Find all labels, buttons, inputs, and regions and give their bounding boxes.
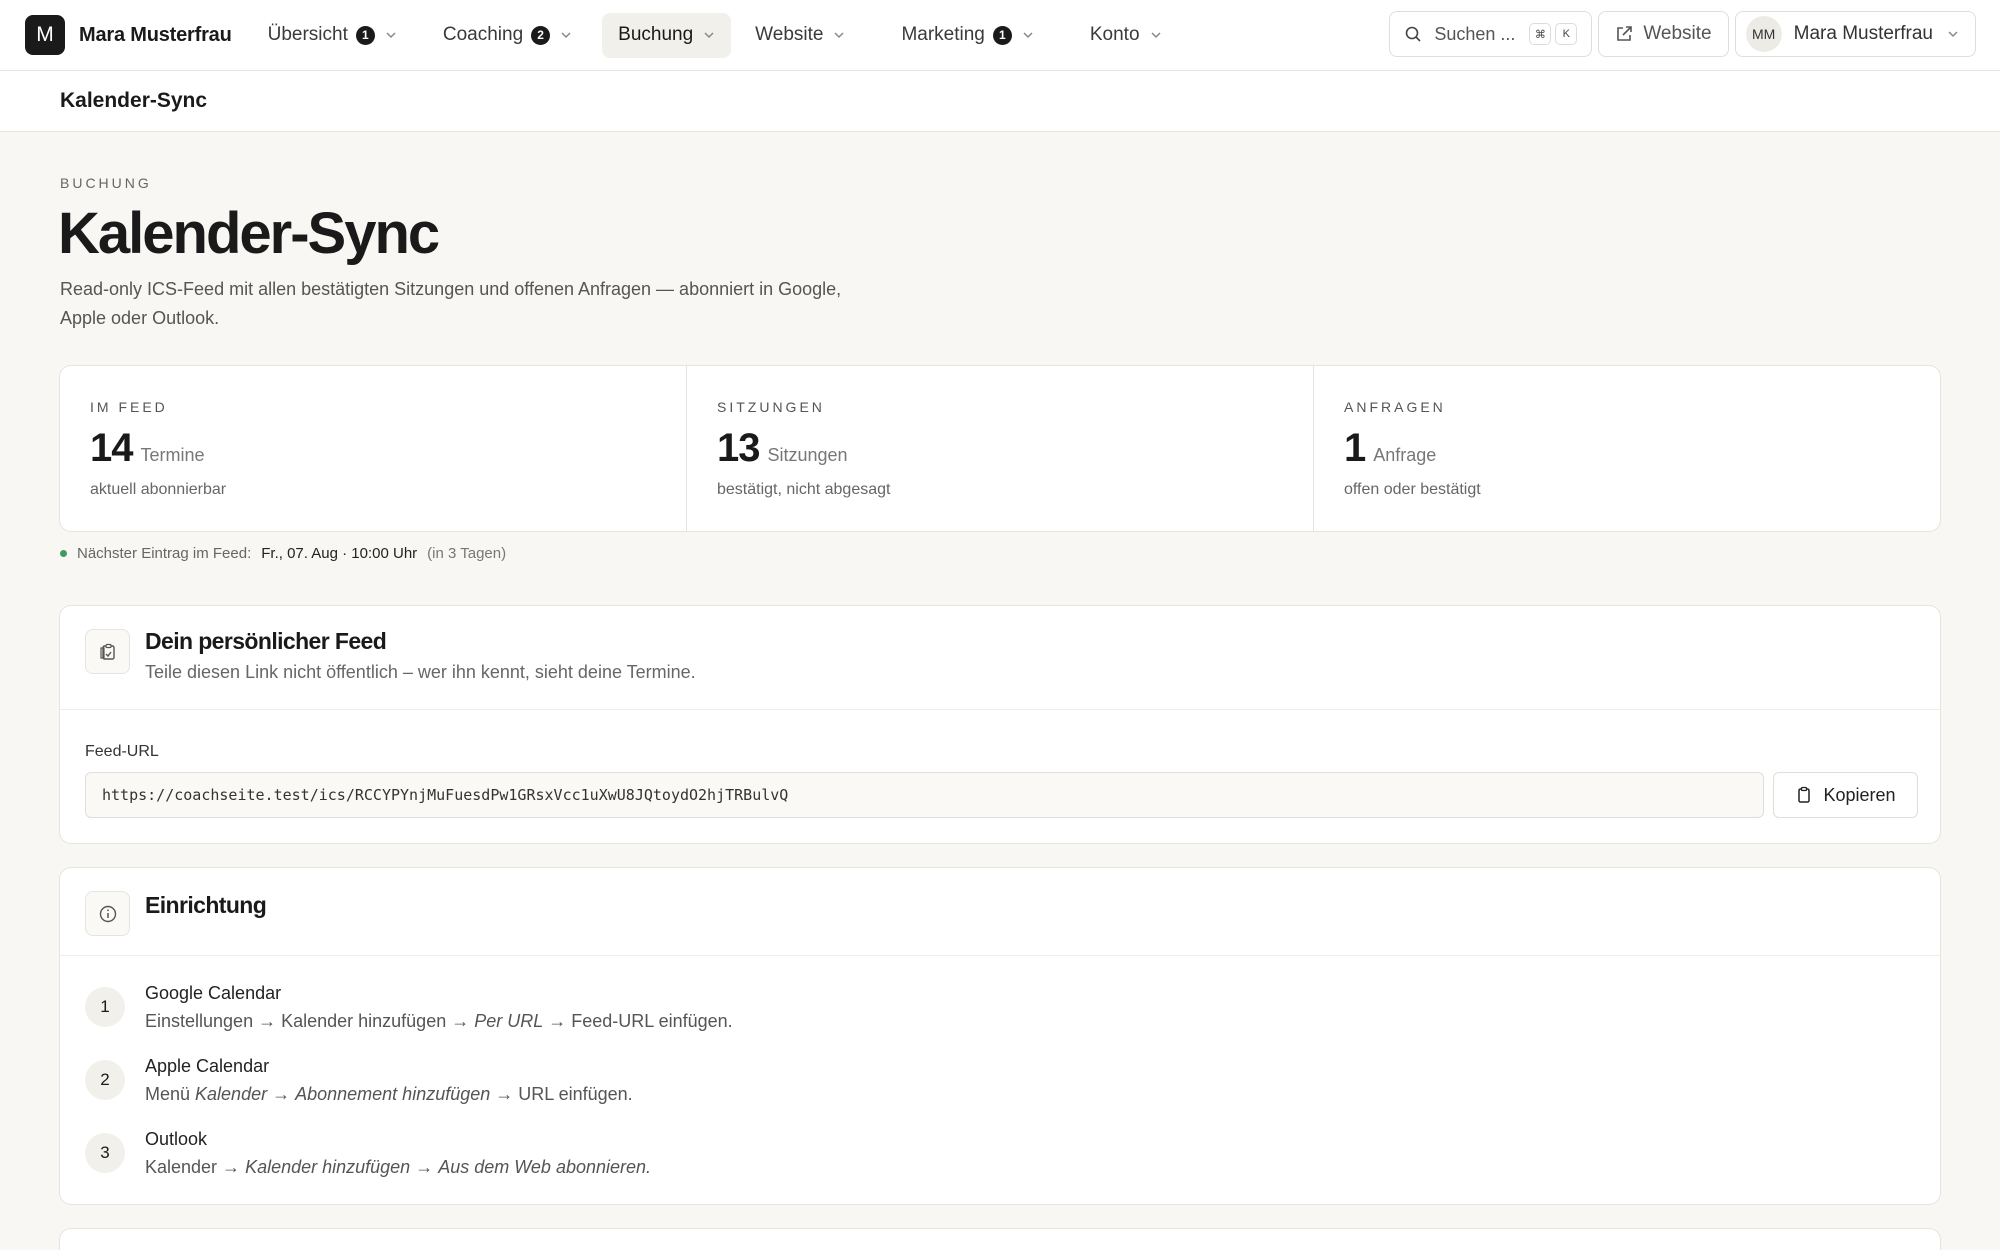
copy-button[interactable]: Kopieren: [1773, 772, 1918, 818]
stat-label: SITZUNGEN: [717, 399, 825, 415]
top-navigation: M Mara Musterfrau Übersicht 1 Coaching 2…: [0, 0, 2000, 71]
nav-item-konto[interactable]: Konto: [1074, 13, 1178, 58]
chevron-down-icon: [1022, 29, 1034, 41]
nav-actions: Suchen ... ⌘ K Website MM Mara Musterfra…: [1389, 11, 1976, 57]
brand-logo: M: [25, 15, 65, 55]
search-icon: [1406, 26, 1421, 42]
next-entry-relative: (in 3 Tagen): [427, 545, 507, 562]
brand[interactable]: M Mara Musterfrau: [25, 15, 232, 55]
stat-number: 14: [90, 426, 133, 470]
page-title: Kalender-Sync: [58, 201, 440, 266]
card-header: Einrichtung: [60, 868, 1940, 956]
user-menu[interactable]: MM Mara Musterfrau: [1734, 11, 1976, 57]
stat-label: ANFRAGEN: [1344, 399, 1446, 415]
step-title: Google Calendar: [145, 983, 282, 1003]
nav-badge: 1: [992, 25, 1012, 45]
nav-item-uebersicht[interactable]: Übersicht 1: [252, 13, 413, 58]
search-label: Suchen ...: [1434, 23, 1516, 44]
breadcrumb: Kalender-Sync: [60, 89, 208, 112]
feed-card: Dein persönlicher Feed Teile diesen Link…: [59, 605, 1941, 844]
nav-item-label: Übersicht: [267, 24, 348, 45]
chevron-down-icon: [703, 29, 715, 41]
website-button[interactable]: Website: [1598, 11, 1729, 57]
chevron-down-icon: [385, 29, 397, 41]
subheader: Kalender-Sync: [0, 71, 2000, 132]
step-number: 3: [85, 1133, 125, 1173]
stat-subtext: bestätigt, nicht abgesagt: [717, 481, 891, 498]
setup-card: Einrichtung 1 Google Calendar Einstellun…: [59, 867, 1941, 1205]
card-header: Dein persönlicher Feed Teile diesen Link…: [60, 606, 1940, 710]
section-eyebrow: BUCHUNG: [60, 175, 152, 191]
stat-label: IM FEED: [90, 399, 168, 415]
step-title: Apple Calendar: [145, 1056, 270, 1076]
stat-subtext: offen oder bestätigt: [1344, 481, 1481, 498]
stat-anfragen: ANFRAGEN 1 Anfrage offen oder bestätigt: [1314, 366, 1940, 531]
brand-name: Mara Musterfrau: [79, 23, 232, 46]
stat-value: 14 Termine: [90, 426, 205, 471]
step-number: 2: [85, 1060, 125, 1100]
nav-item-label: Buchung: [618, 24, 694, 45]
kbd-command: ⌘: [1529, 23, 1552, 45]
nav-badge: 2: [531, 25, 551, 45]
nav-item-coaching[interactable]: Coaching 2: [427, 13, 588, 58]
stat-unit: Anfrage: [1373, 445, 1437, 465]
chevron-down-icon: [833, 29, 845, 41]
nav-item-marketing[interactable]: Marketing 1: [885, 13, 1049, 58]
avatar: MM: [1745, 16, 1782, 52]
info-icon: [85, 891, 130, 936]
chevron-down-icon: [1150, 29, 1162, 41]
nav-item-website[interactable]: Website: [739, 13, 861, 58]
stat-unit: Termine: [140, 445, 205, 465]
feed-url-label: Feed-URL: [85, 743, 159, 760]
step-number: 1: [85, 987, 125, 1027]
clipboard-check-icon: [85, 629, 130, 674]
card-title: Dein persönlicher Feed: [145, 628, 387, 654]
status-dot-icon: [60, 550, 67, 557]
chevron-down-icon: [1947, 28, 1959, 40]
step-description: Menü Kalender → Abonnement hinzufügen → …: [145, 1084, 633, 1104]
step-title: Outlook: [145, 1129, 208, 1149]
next-card: [59, 1228, 1941, 1250]
next-entry: Nächster Eintrag im Feed: Fr., 07. Aug ·…: [60, 545, 506, 562]
card-subtitle: Teile diesen Link nicht öffentlich – wer…: [145, 662, 696, 682]
nav-item-label: Marketing: [901, 24, 985, 45]
stat-number: 13: [717, 426, 760, 470]
next-entry-date: Fr., 07. Aug · 10:00 Uhr: [261, 545, 418, 562]
stat-subtext: aktuell abonnierbar: [90, 481, 227, 498]
next-entry-label: Nächster Eintrag im Feed:: [77, 545, 252, 562]
feed-url-field[interactable]: https://coachseite.test/ics/RCCYPYnjMuFu…: [85, 772, 1764, 818]
nav-item-label: Coaching: [442, 24, 524, 45]
stat-im-feed: IM FEED 14 Termine aktuell abonnierbar: [60, 366, 687, 531]
kbd-k: K: [1555, 23, 1578, 45]
stats-panel: IM FEED 14 Termine aktuell abonnierbar S…: [59, 365, 1941, 532]
stat-value: 1 Anfrage: [1344, 426, 1436, 471]
user-name: Mara Musterfrau: [1793, 23, 1933, 44]
external-link-icon: [1617, 26, 1633, 41]
nav-badge: 1: [355, 25, 375, 45]
chevron-down-icon: [560, 29, 572, 41]
nav-item-label: Website: [755, 24, 824, 45]
nav-item-buchung[interactable]: Buchung: [602, 12, 732, 58]
stat-sitzungen: SITZUNGEN 13 Sitzungen bestätigt, nicht …: [687, 366, 1314, 531]
clipboard-icon: [1798, 786, 1811, 803]
card-title: Einrichtung: [145, 892, 267, 918]
page-description: Read-only ICS-Feed mit allen bestätigten…: [60, 279, 842, 328]
website-button-label: Website: [1643, 23, 1712, 44]
stat-number: 1: [1344, 426, 1366, 470]
search-button[interactable]: Suchen ... ⌘ K: [1389, 11, 1593, 57]
nav-item-label: Konto: [1089, 24, 1140, 45]
main-menu: Übersicht 1 Coaching 2 Buchung Website M…: [252, 12, 1184, 58]
stat-value: 13 Sitzungen: [717, 426, 848, 471]
copy-button-label: Kopieren: [1823, 784, 1896, 805]
step-description: Kalender → Kalender hinzufügen → Aus dem…: [145, 1157, 652, 1177]
stat-unit: Sitzungen: [767, 445, 848, 465]
step-description: Einstellungen → Kalender hinzufügen → Pe…: [145, 1011, 733, 1031]
